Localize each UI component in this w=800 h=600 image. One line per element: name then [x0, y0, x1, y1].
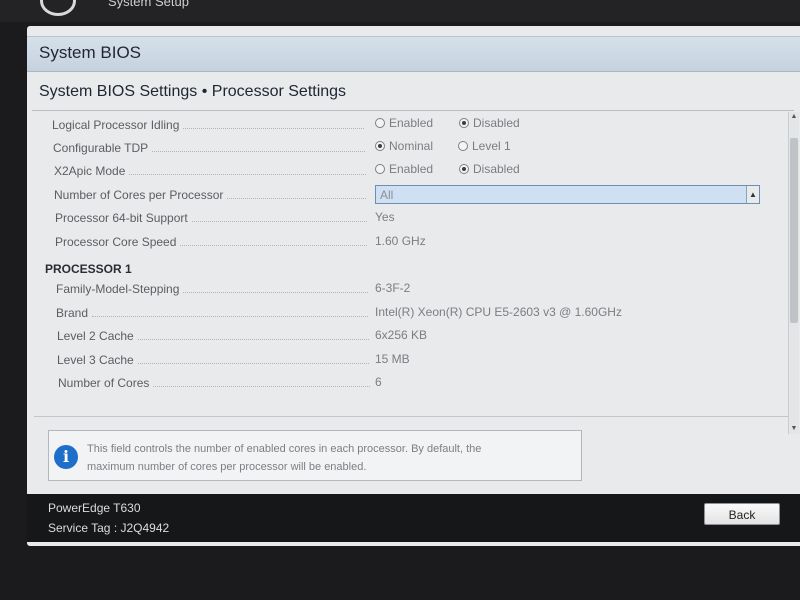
footer-bar: PowerEdge T630 Service Tag : J2Q4942 Bac… [27, 494, 800, 542]
radio-icon [458, 141, 468, 151]
setting-value: 1.60 GHz [375, 234, 426, 248]
row-brand: Brand Intel(R) Xeon(R) CPU E5-2603 v3 @ … [56, 303, 756, 323]
info-value: 15 MB [375, 352, 410, 366]
radio-disabled[interactable]: Disabled [459, 162, 520, 176]
setting-label: Processor 64-bit Support [55, 211, 188, 225]
setting-configurable-tdp: Configurable TDP Nominal Level 1 [53, 138, 753, 158]
setting-core-speed: Processor Core Speed 1.60 GHz [55, 232, 755, 252]
setting-logical-processor-idling: Logical Processor Idling Enabled Disable… [52, 115, 752, 135]
info-icon: i [54, 445, 78, 469]
row-number-of-cores: Number of Cores 6 [58, 373, 758, 393]
select-value: All [380, 188, 394, 202]
breadcrumb: System BIOS Settings • Processor Setting… [39, 83, 347, 100]
bios-screen: System BIOS System BIOS Settings • Proce… [27, 26, 800, 546]
radio-level-1[interactable]: Level 1 [458, 139, 511, 153]
setting-value: Yes [375, 210, 395, 224]
window-title: System Setup [108, 0, 189, 9]
system-model: PowerEdge T630 [48, 501, 141, 515]
page-title: System BIOS [39, 43, 142, 62]
radio-disabled[interactable]: Disabled [459, 116, 520, 130]
scroll-down-icon[interactable]: ▼ [789, 424, 799, 434]
info-label: Brand [56, 306, 89, 320]
setting-label: Configurable TDP [53, 141, 149, 155]
info-label: Family-Model-Stepping [56, 282, 180, 296]
radio-enabled[interactable]: Enabled [375, 162, 433, 176]
info-value: 6 [375, 375, 382, 389]
service-tag: Service Tag : J2Q4942 [48, 521, 170, 535]
radio-selected-icon [375, 141, 385, 151]
help-text: This field controls the number of enable… [87, 443, 482, 473]
setting-label: Number of Cores per Processor [54, 188, 224, 202]
info-value: 6-3F-2 [375, 281, 411, 295]
radio-selected-icon [459, 118, 469, 128]
info-label: Level 2 Cache [57, 329, 134, 343]
dropdown-arrow-icon[interactable]: ▲ [746, 186, 759, 203]
radio-icon [375, 164, 385, 174]
info-value: 6x256 KB [375, 328, 428, 342]
scroll-up-icon[interactable]: ▲ [789, 112, 799, 122]
setting-number-of-cores: Number of Cores per Processor All ▲ [54, 185, 760, 205]
setting-label: Logical Processor Idling [52, 118, 180, 132]
radio-nominal[interactable]: Nominal [375, 139, 433, 153]
setting-x2apic-mode: X2Apic Mode Enabled Disabled [54, 161, 754, 181]
top-bar: System Setup [0, 0, 800, 22]
processor-1-heading: PROCESSOR 1 [45, 262, 132, 276]
radio-selected-icon [459, 164, 469, 174]
info-label: Number of Cores [58, 376, 150, 390]
bios-header: System BIOS [27, 36, 800, 72]
radio-icon [375, 118, 385, 128]
settings-panel: Logical Processor Idling Enabled Disable… [35, 112, 785, 416]
info-label: Level 3 Cache [57, 353, 134, 367]
setting-64bit-support: Processor 64-bit Support Yes [55, 208, 755, 228]
row-family-model-stepping: Family-Model-Stepping 6-3F-2 [56, 279, 756, 299]
divider [32, 110, 794, 111]
setting-label: X2Apic Mode [54, 164, 126, 178]
scrollbar[interactable]: ▲ ▼ [788, 112, 799, 434]
divider [34, 416, 788, 417]
help-box: i This field controls the number of enab… [48, 430, 582, 481]
setting-label: Processor Core Speed [55, 235, 177, 249]
row-level-2-cache: Level 2 Cache 6x256 KB [57, 326, 757, 346]
back-button[interactable]: Back [704, 503, 780, 525]
row-level-3-cache: Level 3 Cache 15 MB [57, 350, 757, 370]
cores-per-processor-select[interactable]: All ▲ [375, 185, 760, 204]
info-value: Intel(R) Xeon(R) CPU E5-2603 v3 @ 1.60GH… [375, 305, 622, 319]
radio-enabled[interactable]: Enabled [375, 116, 433, 130]
dell-logo [40, 0, 76, 16]
scrollbar-thumb[interactable] [790, 138, 798, 323]
